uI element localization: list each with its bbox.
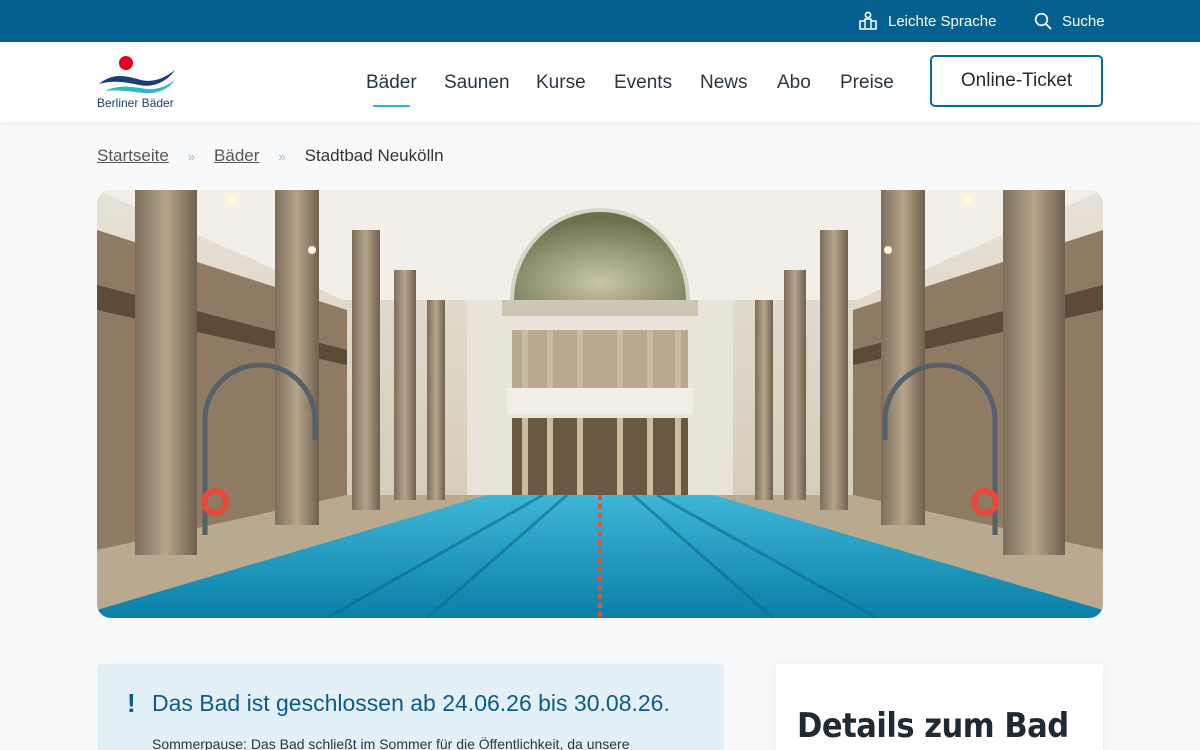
breadcrumb-separator-icon: »	[278, 148, 286, 164]
nav-kurse[interactable]: Kurse	[536, 72, 586, 94]
details-title: Details zum Bad	[797, 706, 1069, 746]
search-link[interactable]: Suche	[1034, 0, 1105, 42]
breadcrumb-separator-icon: »	[187, 148, 196, 164]
logo-mark-icon	[99, 56, 175, 94]
online-ticket-button[interactable]: Online-Ticket	[930, 55, 1103, 107]
leichte-sprache-label: Leichte Sprache	[888, 12, 997, 30]
notice-text: Sommerpause: Das Bad schließt im Sommer …	[152, 736, 630, 750]
berliner-baeder-logo[interactable]: Berliner Bäder	[97, 54, 181, 112]
utility-bar: Leichte Sprache Suche	[0, 0, 1200, 42]
nav-preise[interactable]: Preise	[840, 72, 894, 94]
nav-saunen[interactable]: Saunen	[444, 72, 510, 94]
exclamation-icon: !	[127, 688, 136, 718]
nav-events[interactable]: Events	[614, 72, 672, 94]
nav-news[interactable]: News	[700, 72, 748, 94]
nav-baeder[interactable]: Bäder	[366, 72, 417, 107]
details-card: Details zum Bad	[776, 664, 1103, 750]
search-icon	[1034, 12, 1052, 30]
search-label: Suche	[1062, 12, 1105, 30]
breadcrumb-current: Stadtbad Neukölln	[304, 146, 444, 165]
notice-title: Das Bad ist geschlossen ab 24.06.26 bis …	[152, 690, 670, 716]
logo-text: Berliner Bäder	[97, 96, 174, 110]
breadcrumb: Startseite » Bäder » Stadtbad Neukölln	[97, 145, 444, 167]
breadcrumb-baeder[interactable]: Bäder	[214, 146, 259, 166]
main-header: Berliner Bäder Bäder Saunen Kurse Events…	[0, 42, 1200, 122]
breadcrumb-startseite[interactable]: Startseite	[97, 146, 169, 166]
hero-image	[97, 190, 1103, 618]
leichte-sprache-link[interactable]: Leichte Sprache	[858, 0, 996, 42]
nav-abo[interactable]: Abo	[777, 72, 811, 94]
closure-notice: ! Das Bad ist geschlossen ab 24.06.26 bi…	[97, 664, 724, 750]
leichte-sprache-icon	[859, 11, 877, 30]
